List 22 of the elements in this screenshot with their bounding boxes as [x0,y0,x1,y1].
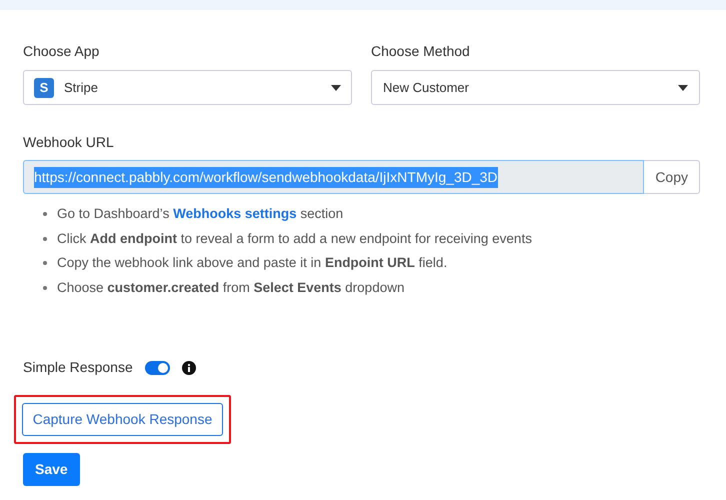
instruction-text: Copy the webhook link above and paste it in Endpoint URL field. [57,254,448,272]
field-label: Choose Method [371,42,471,61]
bullet-icon [43,236,47,240]
app-select[interactable]: S Stripe [23,70,352,105]
save-button[interactable]: Save [23,453,80,486]
instruction-text: Click Add endpoint to reveal a form to add a new endpoint for receiving events [57,230,532,248]
toggle-switch[interactable] [144,360,170,374]
field-label: Choose App [23,42,100,61]
field-label: Webhook URL [23,133,115,152]
toggle-label: Simple Response [23,358,133,377]
bullet-icon [43,286,47,290]
caret-icon [678,84,688,90]
capture-webhook-button[interactable]: Capture Webhook Response [22,403,223,436]
caret-icon [331,84,341,90]
info-icon[interactable] [182,360,196,374]
instruction-text: Go to Dashboard’s Webhooks settings section [57,205,344,223]
method-select[interactable]: New Customer [371,70,700,105]
bullet-icon [43,261,47,265]
instruction-text: Choose customer.created from Select Events dropdown [57,278,404,297]
bullet-icon [43,212,47,216]
copy-button[interactable]: Copy [644,160,700,194]
stripe-logo-icon: S [34,78,54,98]
